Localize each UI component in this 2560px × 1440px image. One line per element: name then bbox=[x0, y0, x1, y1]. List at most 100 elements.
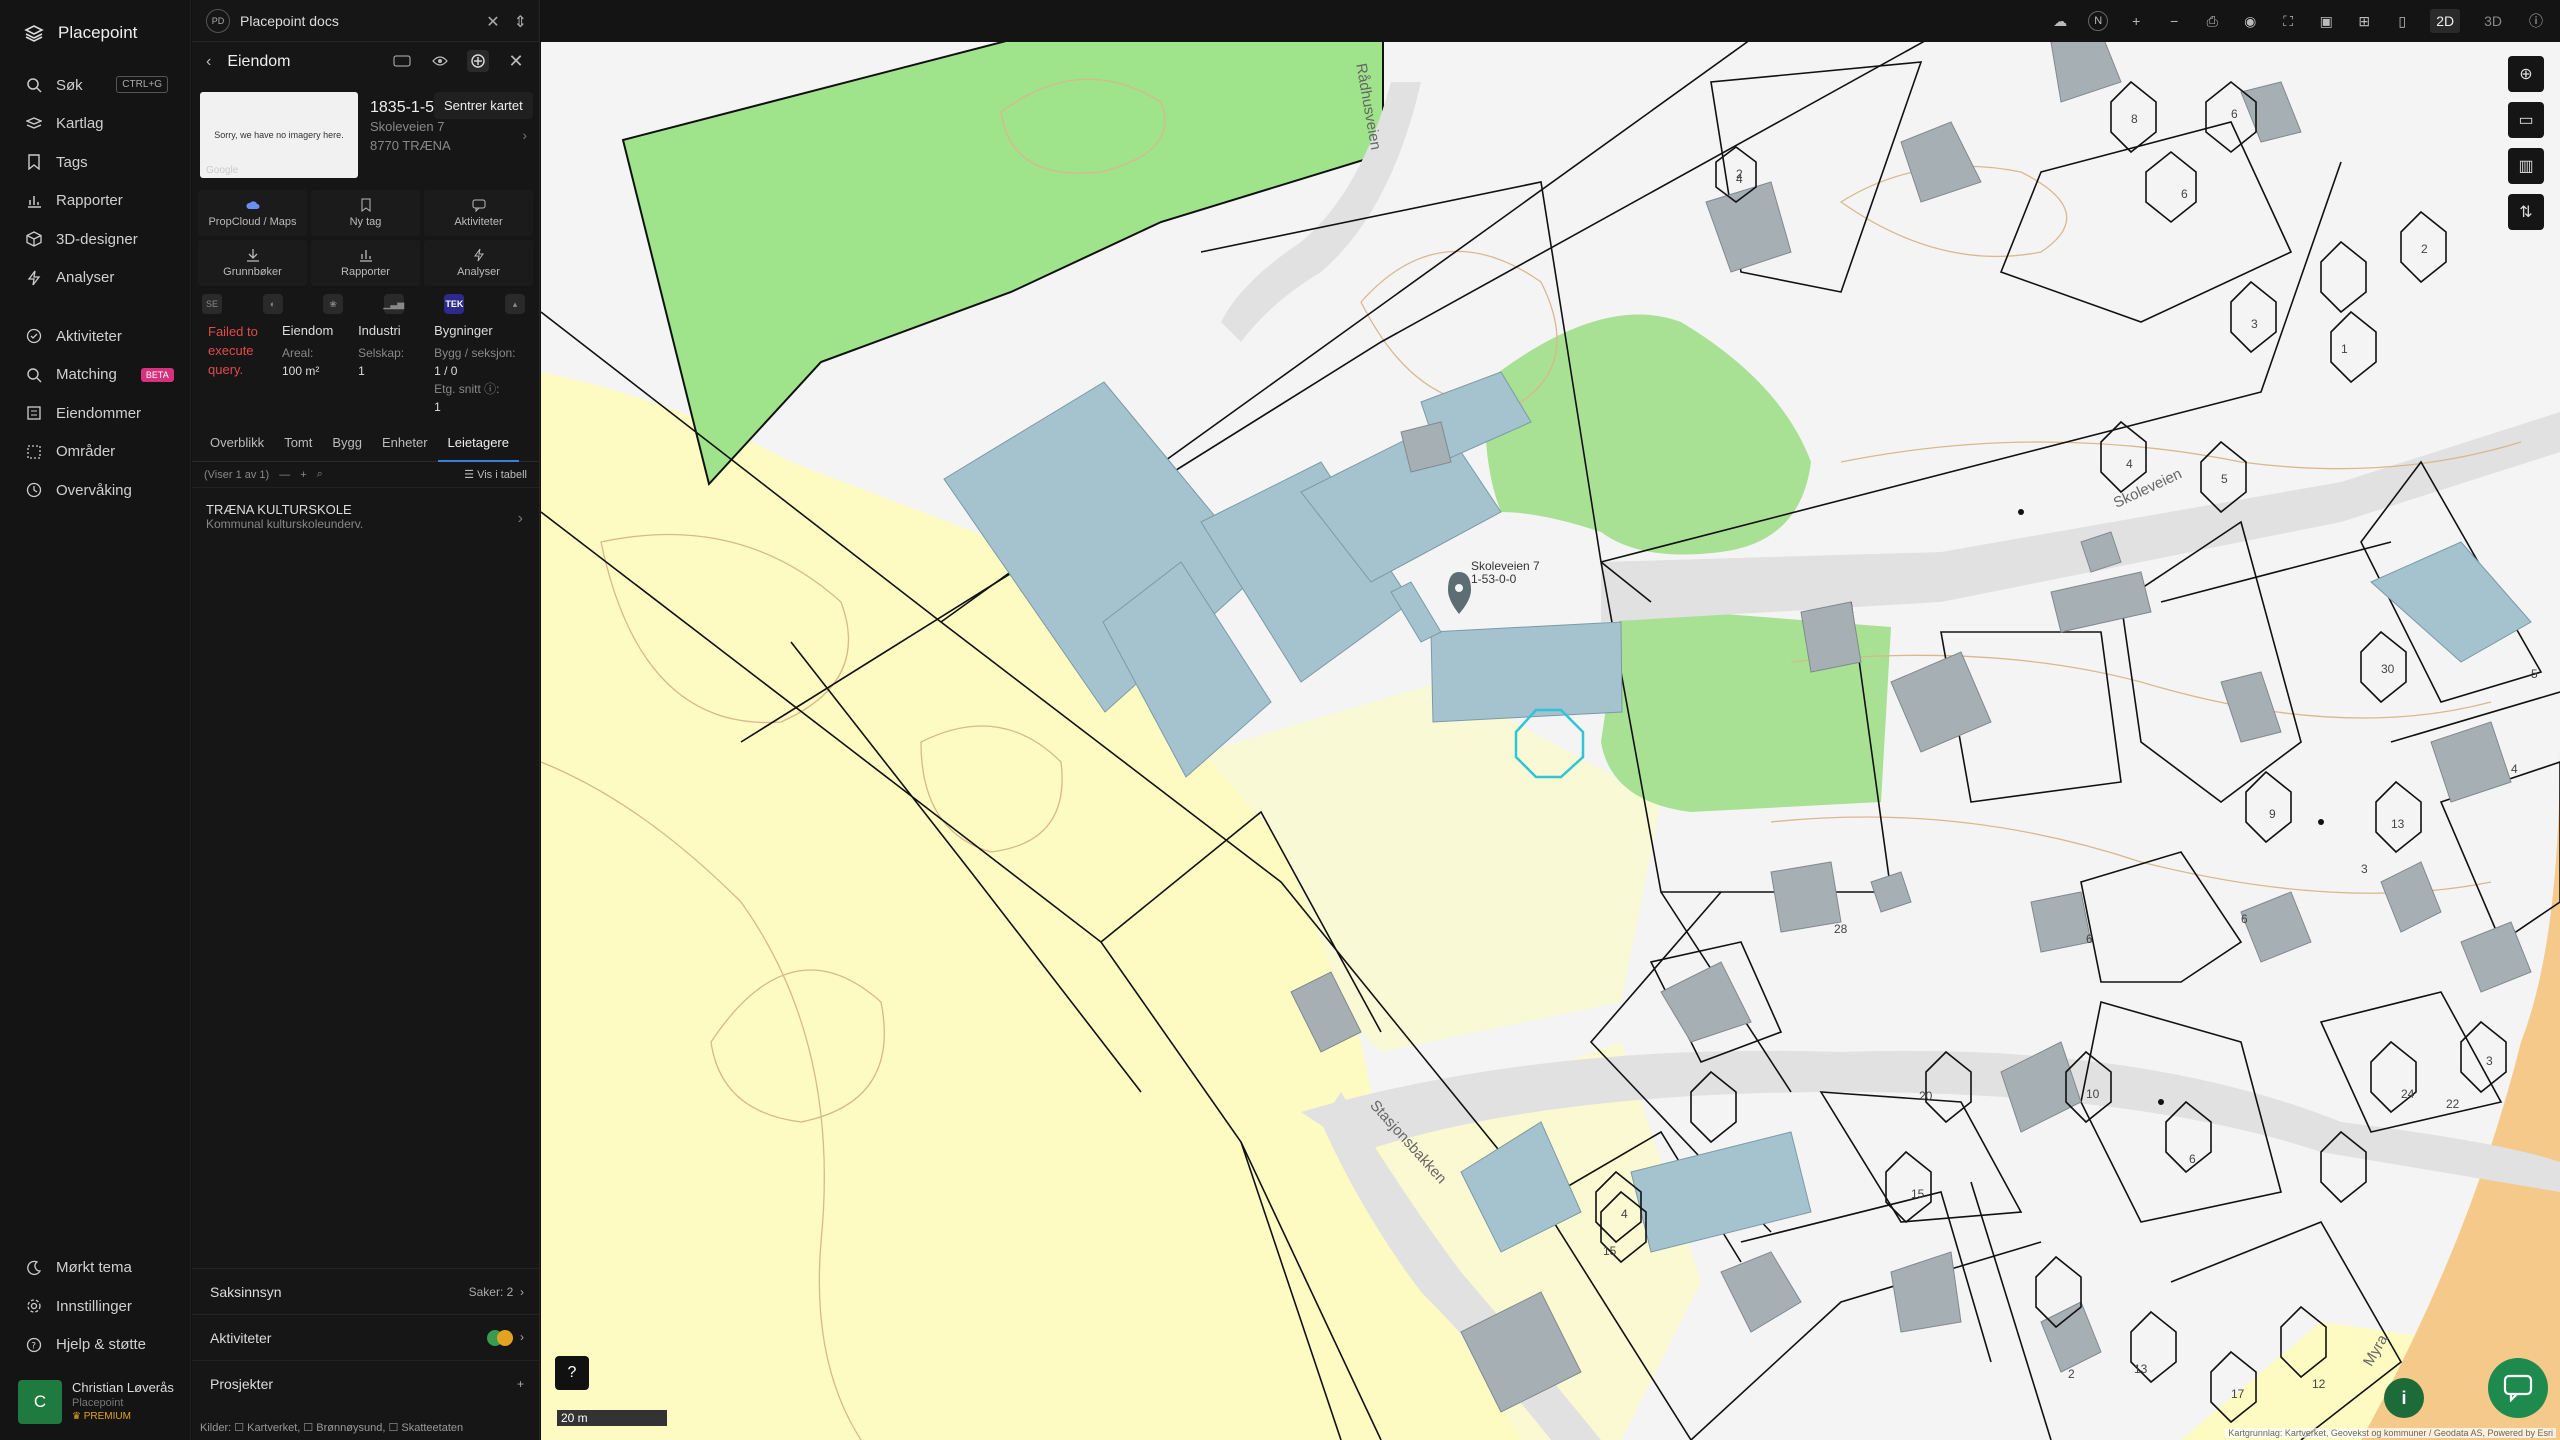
chip-globe-icon[interactable]: ◐ bbox=[262, 294, 283, 314]
expand-doc-icon[interactable]: ⇕ bbox=[514, 12, 527, 32]
tab-buildings[interactable]: Bygg bbox=[322, 430, 372, 462]
chip-plant-icon[interactable]: ❀ bbox=[323, 294, 344, 314]
tab-plot[interactable]: Tomt bbox=[274, 430, 322, 462]
nav-areas[interactable]: Områder bbox=[0, 433, 190, 472]
grid-icon[interactable]: ⊞ bbox=[2354, 11, 2374, 31]
zoom-out-icon[interactable]: − bbox=[2164, 11, 2184, 31]
eye-icon[interactable]: ◉ bbox=[2240, 11, 2260, 31]
chip-tek[interactable]: TEK bbox=[444, 294, 465, 314]
user-profile[interactable]: C Christian Løverås Placepoint ♛ PREMIUM bbox=[18, 1378, 181, 1426]
user-org: Placepoint bbox=[72, 1397, 124, 1409]
id-card-icon[interactable] bbox=[391, 50, 413, 72]
minus-icon[interactable]: — bbox=[279, 469, 290, 481]
house-number: 17 bbox=[2231, 1387, 2245, 1401]
map-attribution: Kartgrunnlag: Kartverket, Geovekst og ko… bbox=[2225, 1428, 2556, 1438]
camera-icon[interactable]: ▣ bbox=[2316, 11, 2336, 31]
action-propcloud[interactable]: PropCloud / Maps bbox=[198, 190, 307, 236]
house-number: 4 bbox=[1621, 1207, 1628, 1221]
placepoint-logo-icon bbox=[24, 25, 44, 42]
nav-analyses[interactable]: Analyser bbox=[0, 259, 190, 298]
chat-icon bbox=[472, 199, 485, 212]
eye-icon[interactable] bbox=[429, 50, 451, 72]
monitor-icon bbox=[26, 483, 42, 498]
filter-tool-icon[interactable]: ⇅ bbox=[2508, 194, 2544, 230]
info-button[interactable]: i bbox=[2384, 1378, 2424, 1418]
house-number: 3 bbox=[2486, 1054, 2493, 1068]
nav-help[interactable]: ? Hjelp & støtte bbox=[0, 1326, 191, 1365]
show-in-table-link[interactable]: ☰ Vis i tabell bbox=[464, 468, 527, 481]
view-3d-button[interactable]: 3D bbox=[2478, 9, 2508, 33]
center-map-icon[interactable] bbox=[467, 50, 489, 72]
nav-reports[interactable]: Rapporter bbox=[0, 182, 190, 221]
nav-search[interactable]: Søk CTRL+G bbox=[0, 66, 190, 105]
house-number: 6 bbox=[2086, 932, 2093, 946]
nav-monitoring[interactable]: Overvåking bbox=[0, 471, 190, 510]
zoom-in-icon[interactable]: + bbox=[2126, 11, 2146, 31]
chip-more-icon[interactable]: ▴ bbox=[504, 294, 525, 314]
sources: Kilder: ☐ Kartverket, ☐ Brønnøysund, ☐ S… bbox=[200, 1422, 464, 1434]
nav-settings[interactable]: Innstillinger bbox=[0, 1287, 191, 1326]
chart-tool-icon[interactable]: ▥ bbox=[2508, 148, 2544, 184]
tab-units[interactable]: Enheter bbox=[372, 430, 438, 462]
nav-activities[interactable]: Aktiviteter bbox=[0, 317, 190, 356]
section-activities[interactable]: Aktiviteter › bbox=[192, 1314, 540, 1360]
chat-button[interactable] bbox=[2488, 1358, 2548, 1418]
section-case-access[interactable]: Saksinnsyn Saker: 2 › bbox=[192, 1268, 540, 1314]
nav-layers[interactable]: Kartlag bbox=[0, 105, 190, 144]
action-activities[interactable]: Aktiviteter bbox=[424, 190, 533, 236]
plus-icon[interactable]: + bbox=[300, 469, 306, 481]
tab-tenants[interactable]: Leietagere bbox=[437, 430, 519, 462]
nav-matching[interactable]: Matching BETA bbox=[0, 356, 190, 395]
nav-dark-theme[interactable]: Mørkt tema bbox=[0, 1249, 191, 1288]
layers-tool-icon[interactable]: ⊕ bbox=[2508, 56, 2544, 92]
nav-3d-designer-label: 3D-designer bbox=[56, 230, 138, 248]
close-icon[interactable]: ✕ bbox=[505, 50, 527, 72]
moon-icon bbox=[27, 1260, 42, 1275]
view-2d-button[interactable]: 2D bbox=[2430, 9, 2461, 33]
fullscreen-icon[interactable]: ⛶ bbox=[2278, 11, 2298, 31]
action-new-tag[interactable]: Ny tag bbox=[311, 190, 420, 236]
map-side-tools: ⊕ ▭ ▥ ⇅ bbox=[2508, 56, 2544, 230]
list-item[interactable]: TRÆNA KULTURSKOLE Kommunal kulturskoleun… bbox=[192, 488, 539, 531]
section-projects[interactable]: Prosjekter + bbox=[192, 1360, 540, 1406]
nav-properties[interactable]: Eiendommer bbox=[0, 394, 190, 433]
action-land-register[interactable]: Grunnbøker bbox=[198, 240, 307, 286]
back-icon[interactable]: ‹ bbox=[206, 53, 211, 71]
brand-name: Placepoint bbox=[58, 23, 138, 42]
house-number: 20 bbox=[1919, 1089, 1933, 1103]
tab-overview[interactable]: Overblikk bbox=[200, 430, 274, 462]
chip-bars-icon[interactable]: ▁▃▅ bbox=[383, 294, 404, 314]
house-number: 24 bbox=[2401, 1087, 2415, 1101]
cloud-tool-icon[interactable]: ☁ bbox=[2050, 11, 2070, 31]
nav-3d-designer[interactable]: 3D-designer bbox=[0, 220, 190, 259]
search-icon[interactable]: ⌕ bbox=[317, 468, 323, 481]
close-doc-icon[interactable]: ✕ bbox=[486, 12, 499, 32]
cloud-icon bbox=[245, 201, 259, 209]
property-panel: PD Placepoint docs ✕ ⇕ ‹ Eiendom ✕ Sentr… bbox=[192, 0, 540, 1440]
property-stats: Failed to execute query. Eiendom Areal: … bbox=[208, 323, 516, 414]
doc-title[interactable]: Placepoint docs bbox=[240, 13, 339, 29]
house-number: 2 bbox=[2421, 242, 2428, 256]
house-number: 28 bbox=[1834, 922, 1848, 936]
avatar: C bbox=[18, 1380, 62, 1424]
action-reports[interactable]: Rapporter bbox=[311, 240, 420, 286]
bookmark-icon[interactable]: ▯ bbox=[2392, 11, 2412, 31]
house-number: 3 bbox=[2361, 862, 2368, 876]
map-canvas[interactable]: Rådhusveien Skoleveien Stasjonsbakken My… bbox=[541, 42, 2560, 1440]
map-help-icon[interactable]: ? bbox=[555, 1356, 589, 1390]
house-number: 3 bbox=[2251, 317, 2258, 331]
nav-tags[interactable]: Tags bbox=[0, 143, 190, 182]
chip-se-icon[interactable]: SE bbox=[202, 294, 222, 314]
print-icon[interactable]: ⎙ bbox=[2202, 11, 2222, 31]
house-number: 5 bbox=[2531, 667, 2538, 681]
north-compass[interactable]: N bbox=[2088, 11, 2109, 31]
add-project-icon[interactable]: + bbox=[517, 1377, 524, 1391]
house-number: 4 bbox=[2126, 457, 2133, 471]
tooltip-center-map: Sentrer kartet bbox=[434, 92, 533, 119]
action-analyses[interactable]: Analyser bbox=[424, 240, 533, 286]
brand[interactable]: Placepoint bbox=[0, 0, 190, 66]
bar-chart-icon bbox=[359, 250, 372, 262]
info-icon[interactable]: ⓘ bbox=[2526, 11, 2546, 31]
measure-tool-icon[interactable]: ▭ bbox=[2508, 102, 2544, 138]
house-number: 4 bbox=[1736, 172, 1743, 186]
